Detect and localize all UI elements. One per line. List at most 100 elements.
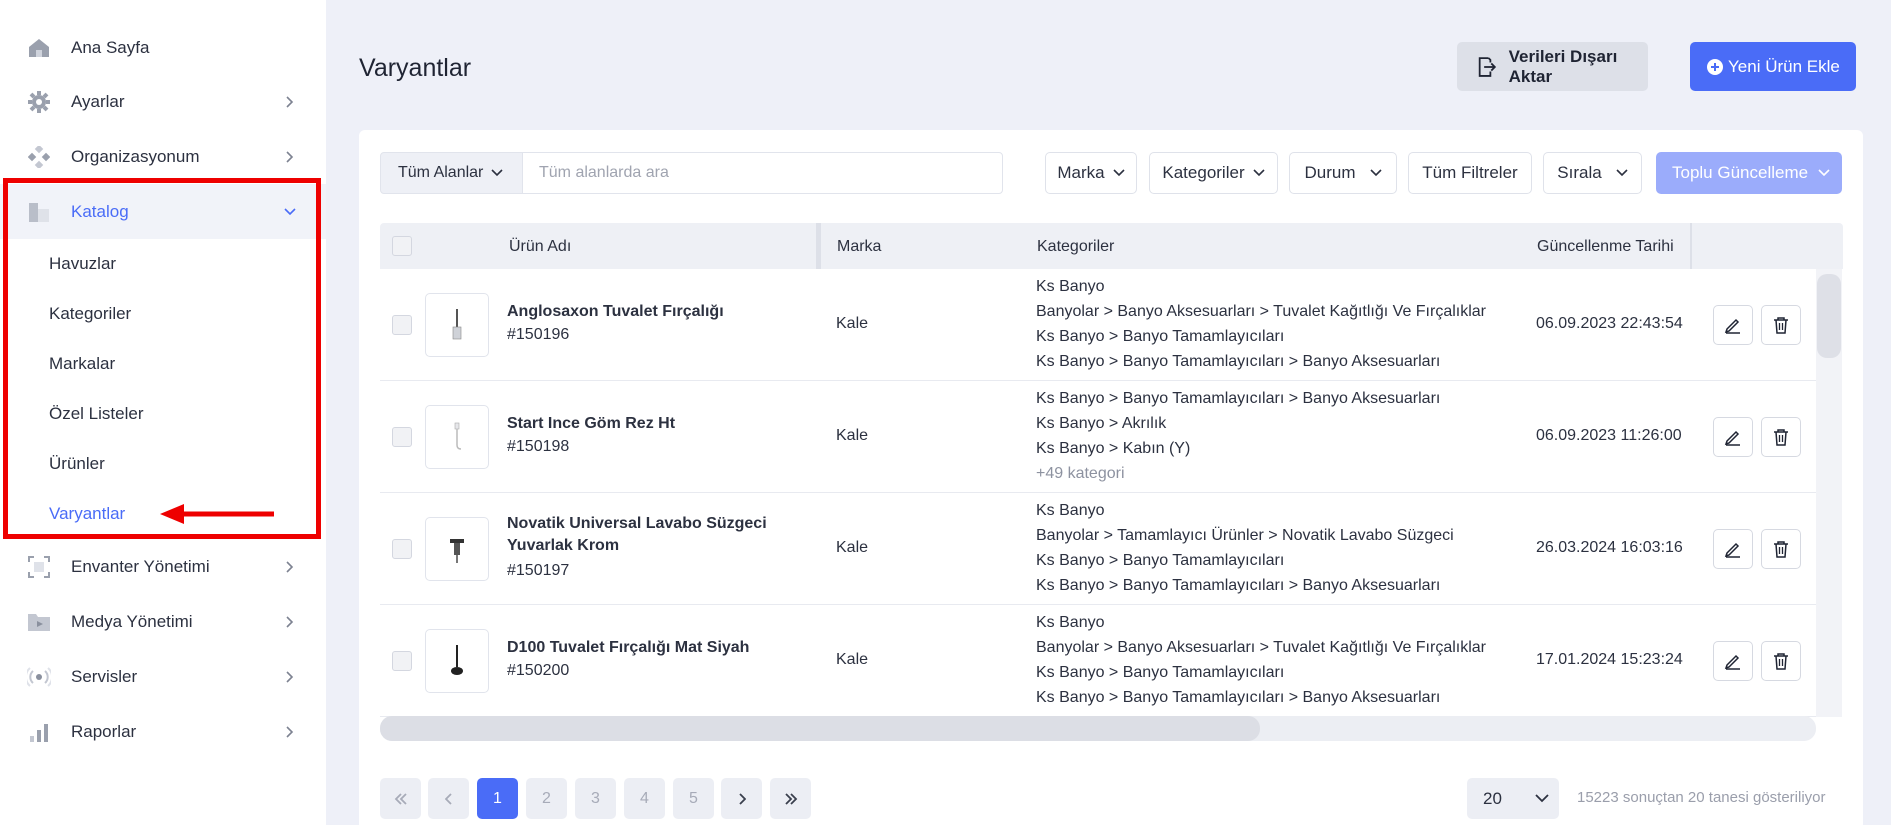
updated-date: 06.09.2023 11:26:00	[1536, 427, 1682, 444]
media-folder-icon	[27, 610, 51, 634]
column-header-brand[interactable]: Marka	[837, 238, 881, 256]
next-page-button[interactable]	[721, 778, 762, 819]
inventory-icon	[27, 555, 51, 579]
product-name[interactable]: Novatik Universal Lavabo Süzgeci Yuvarla…	[507, 513, 767, 557]
bulk-update-label: Toplu Güncelleme	[1672, 163, 1809, 182]
product-brand: Kale	[836, 651, 869, 668]
broadcast-icon	[27, 665, 51, 689]
trash-icon	[1774, 429, 1788, 446]
sidebar-item-organization[interactable]: Organizasyonum	[0, 129, 326, 184]
sidebar: Ana Sayfa Ayarlar Organizasyonum Katalog…	[0, 0, 326, 825]
pencil-icon	[1724, 430, 1740, 446]
trash-icon	[1774, 653, 1788, 670]
sidebar-item-inventory[interactable]: Envanter Yönetimi	[0, 539, 326, 594]
sidebar-item-label: Envanter Yönetimi	[71, 556, 210, 576]
product-name[interactable]: Anglosaxon Tuvalet Fırçalığı	[507, 301, 767, 323]
page-button-2[interactable]: 2	[526, 778, 567, 819]
sidebar-subitem-brands[interactable]: Markalar	[49, 354, 115, 374]
product-thumbnail	[425, 405, 489, 469]
sidebar-item-catalog[interactable]: Katalog	[0, 184, 326, 239]
bulk-update-button[interactable]: Toplu Güncelleme	[1656, 152, 1842, 194]
all-filters-button[interactable]: Tüm Filtreler	[1408, 152, 1532, 194]
sidebar-item-home[interactable]: Ana Sayfa	[0, 20, 326, 75]
chevron-right-icon	[283, 670, 297, 684]
chevron-down-icon	[1818, 169, 1830, 177]
edit-button[interactable]	[1713, 641, 1753, 681]
product-name[interactable]: Start Ince Göm Rez Ht	[507, 413, 767, 435]
column-header-updated-date[interactable]: Güncellenme Tarihi	[1537, 238, 1674, 256]
delete-button[interactable]	[1761, 305, 1801, 345]
reservoir-part-image	[454, 422, 462, 450]
column-header-categories[interactable]: Kategoriler	[1037, 238, 1114, 256]
chevron-right-icon	[283, 615, 297, 629]
product-brand: Kale	[836, 539, 869, 556]
last-page-button[interactable]	[770, 778, 811, 819]
category-path: Banyolar > Tamamlayıcı Ürünler > Novatik…	[1036, 527, 1454, 544]
export-data-button[interactable]: Verileri Dışarı Aktar	[1457, 42, 1648, 91]
category-filter-dropdown[interactable]: Kategoriler	[1149, 152, 1278, 194]
row-checkbox[interactable]	[392, 315, 412, 335]
table-row[interactable]: D100 Tuvalet Fırçalığı Mat Siyah #150200…	[380, 605, 1816, 717]
sink-drain-image	[450, 539, 464, 563]
sidebar-item-reports[interactable]: Raporlar	[0, 704, 326, 759]
sidebar-item-label: Ana Sayfa	[71, 37, 150, 57]
arrow-left-annotation-icon	[160, 504, 274, 524]
edit-button[interactable]	[1713, 529, 1753, 569]
page-button-3[interactable]: 3	[575, 778, 616, 819]
page-button-1[interactable]: 1	[477, 778, 518, 819]
results-count-text: 15223 sonuçtan 20 tanesi gösteriliyor	[1577, 789, 1826, 806]
page-button-5[interactable]: 5	[673, 778, 714, 819]
first-page-button[interactable]	[380, 778, 421, 819]
delete-button[interactable]	[1761, 641, 1801, 681]
previous-page-button[interactable]	[428, 778, 469, 819]
sidebar-item-media[interactable]: Medya Yönetimi	[0, 594, 326, 649]
edit-button[interactable]	[1713, 417, 1753, 457]
sidebar-subitem-products[interactable]: Ürünler	[49, 454, 105, 474]
product-thumbnail	[425, 629, 489, 693]
brand-filter-dropdown[interactable]: Marka	[1045, 152, 1137, 194]
sidebar-item-label: Raporlar	[71, 721, 137, 741]
search-field-select[interactable]: Tüm Alanlar	[380, 152, 523, 194]
search-input[interactable]	[522, 152, 1003, 194]
sidebar-item-services[interactable]: Servisler	[0, 649, 326, 704]
status-filter-dropdown[interactable]: Durum	[1289, 152, 1397, 194]
horizontal-scrollbar-thumb[interactable]	[380, 716, 1260, 741]
double-chevron-right-icon	[784, 792, 797, 805]
category-filter-label: Kategoriler	[1162, 163, 1245, 182]
sidebar-item-label: Katalog	[71, 201, 129, 221]
sidebar-subitem-pools[interactable]: Havuzlar	[49, 254, 116, 274]
table-row[interactable]: Anglosaxon Tuvalet Fırçalığı #150196 Kal…	[380, 269, 1816, 381]
delete-button[interactable]	[1761, 529, 1801, 569]
row-checkbox[interactable]	[392, 427, 412, 447]
sidebar-subitem-variants[interactable]: Varyantlar	[49, 504, 125, 524]
sidebar-item-label: Ayarlar	[71, 91, 125, 111]
category-path: Ks Banyo > Banyo Tamamlayıcıları > Banyo…	[1036, 390, 1441, 407]
sidebar-subitem-categories[interactable]: Kategoriler	[49, 304, 131, 324]
sidebar-item-label: Medya Yönetimi	[71, 611, 193, 631]
product-name[interactable]: D100 Tuvalet Fırçalığı Mat Siyah	[507, 637, 767, 659]
edit-button[interactable]	[1713, 305, 1753, 345]
column-header-product-name[interactable]: Ürün Adı	[509, 238, 571, 256]
trash-icon	[1774, 541, 1788, 558]
product-brand: Kale	[836, 315, 869, 332]
chevron-down-icon	[283, 205, 297, 219]
add-product-label: Yeni Ürün Ekle	[1728, 56, 1840, 76]
row-checkbox[interactable]	[392, 651, 412, 671]
header-divider	[1690, 223, 1692, 269]
sort-dropdown[interactable]: Sırala	[1543, 152, 1642, 194]
category-path: Ks Banyo	[1036, 502, 1105, 519]
select-all-checkbox[interactable]	[392, 236, 412, 256]
delete-button[interactable]	[1761, 417, 1801, 457]
add-product-button[interactable]: Yeni Ürün Ekle	[1690, 42, 1856, 91]
sidebar-subitem-custom-lists[interactable]: Özel Listeler	[49, 404, 143, 424]
chevron-down-icon	[1253, 169, 1265, 177]
vertical-scrollbar-thumb[interactable]	[1817, 274, 1841, 358]
table-row[interactable]: Start Ince Göm Rez Ht #150198 Kale Ks Ba…	[380, 381, 1816, 493]
table-row[interactable]: Novatik Universal Lavabo Süzgeci Yuvarla…	[380, 493, 1816, 605]
more-categories-link[interactable]: +49 kategori	[1036, 461, 1440, 486]
row-checkbox[interactable]	[392, 539, 412, 559]
page-size-select[interactable]: 20	[1467, 778, 1559, 819]
sidebar-item-settings[interactable]: Ayarlar	[0, 74, 326, 129]
category-path: Ks Banyo > Banyo Tamamlayıcıları	[1036, 664, 1285, 681]
page-button-4[interactable]: 4	[624, 778, 665, 819]
